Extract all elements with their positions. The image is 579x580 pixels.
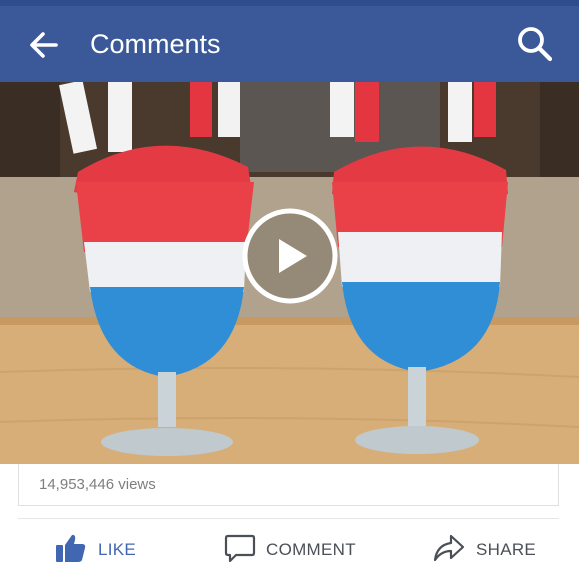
- like-label: LIKE: [98, 540, 137, 559]
- back-button[interactable]: [24, 25, 64, 65]
- page-title: Comments: [90, 29, 221, 59]
- like-button[interactable]: LIKE: [54, 528, 136, 572]
- view-count: 14,953,446 views: [39, 476, 156, 493]
- arrow-left-icon: [30, 32, 58, 58]
- video-player[interactable]: [0, 82, 579, 464]
- search-icon: [518, 27, 553, 62]
- divider: [18, 518, 559, 519]
- play-button[interactable]: [241, 207, 339, 305]
- thumbs-up-icon: [54, 531, 88, 570]
- play-icon: [242, 208, 338, 304]
- search-button[interactable]: [514, 23, 556, 65]
- comment-button[interactable]: COMMENT: [224, 528, 356, 572]
- comment-bubble-icon: [224, 532, 256, 569]
- comment-label: COMMENT: [266, 540, 356, 559]
- video-stats-card: 14,953,446 views: [18, 464, 559, 506]
- share-label: SHARE: [476, 540, 537, 559]
- share-arrow-icon: [432, 532, 466, 569]
- share-button[interactable]: SHARE: [432, 528, 536, 572]
- app-bar: Comments: [0, 6, 579, 82]
